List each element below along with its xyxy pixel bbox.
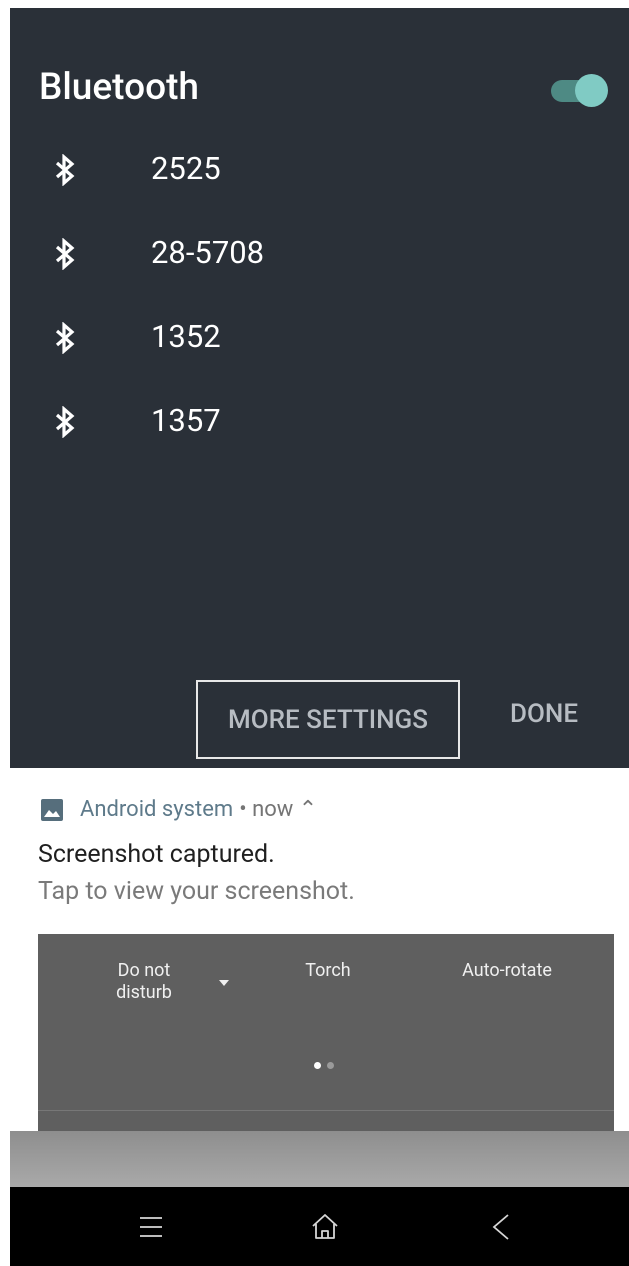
tile-torch: Torch [290,960,366,982]
notification-header: Android system • now ⌃ [40,797,317,822]
tile-label: disturb [116,982,172,1003]
back-icon[interactable] [486,1212,516,1242]
tile-label: Do not [117,960,171,981]
tile-label: Auto-rotate [462,960,552,981]
page-indicator [314,1062,334,1069]
divider [38,1110,614,1111]
device-name: 2525 [151,150,221,187]
tile-do-not-disturb: Do not disturb [108,960,180,1004]
navigation-bar [10,1187,629,1266]
home-icon[interactable] [310,1212,340,1242]
page-dot [327,1062,334,1069]
device-list: 2525 28-5708 1352 1357 [10,126,629,462]
done-button[interactable]: DONE [510,699,578,729]
notification-title: Screenshot captured. [38,840,275,869]
notification-app-name: Android system [80,797,234,822]
tile-label: Torch [305,960,351,981]
bluetooth-icon [55,238,75,270]
bluetooth-panel: Bluetooth 2525 28-5708 1352 1357 MORE SE… [10,8,629,768]
device-item[interactable]: 1352 [10,294,629,378]
menu-icon[interactable] [136,1212,166,1242]
device-item[interactable]: 28-5708 [10,210,629,294]
bluetooth-toggle[interactable] [551,74,609,107]
device-item[interactable]: 1357 [10,378,629,462]
more-settings-button[interactable]: MORE SETTINGS [196,680,460,759]
bluetooth-title: Bluetooth [39,66,199,109]
toggle-thumb [575,74,608,107]
shade-overlay [10,1131,629,1187]
device-item[interactable]: 2525 [10,126,629,210]
chevron-down-icon [219,980,229,986]
bluetooth-icon [55,406,75,438]
image-icon [41,798,63,821]
bluetooth-icon [55,322,75,354]
bluetooth-icon [55,154,75,186]
notification-text: Tap to view your screenshot. [38,877,355,906]
screenshot-preview[interactable]: Do not disturb Torch Auto-rotate [38,934,614,1131]
device-name: 1357 [151,402,221,439]
tile-auto-rotate: Auto-rotate [452,960,562,982]
notification-meta: • now ⌃ [239,797,318,822]
page-dot [314,1062,321,1069]
device-name: 28-5708 [151,234,265,271]
device-name: 1352 [151,318,221,355]
